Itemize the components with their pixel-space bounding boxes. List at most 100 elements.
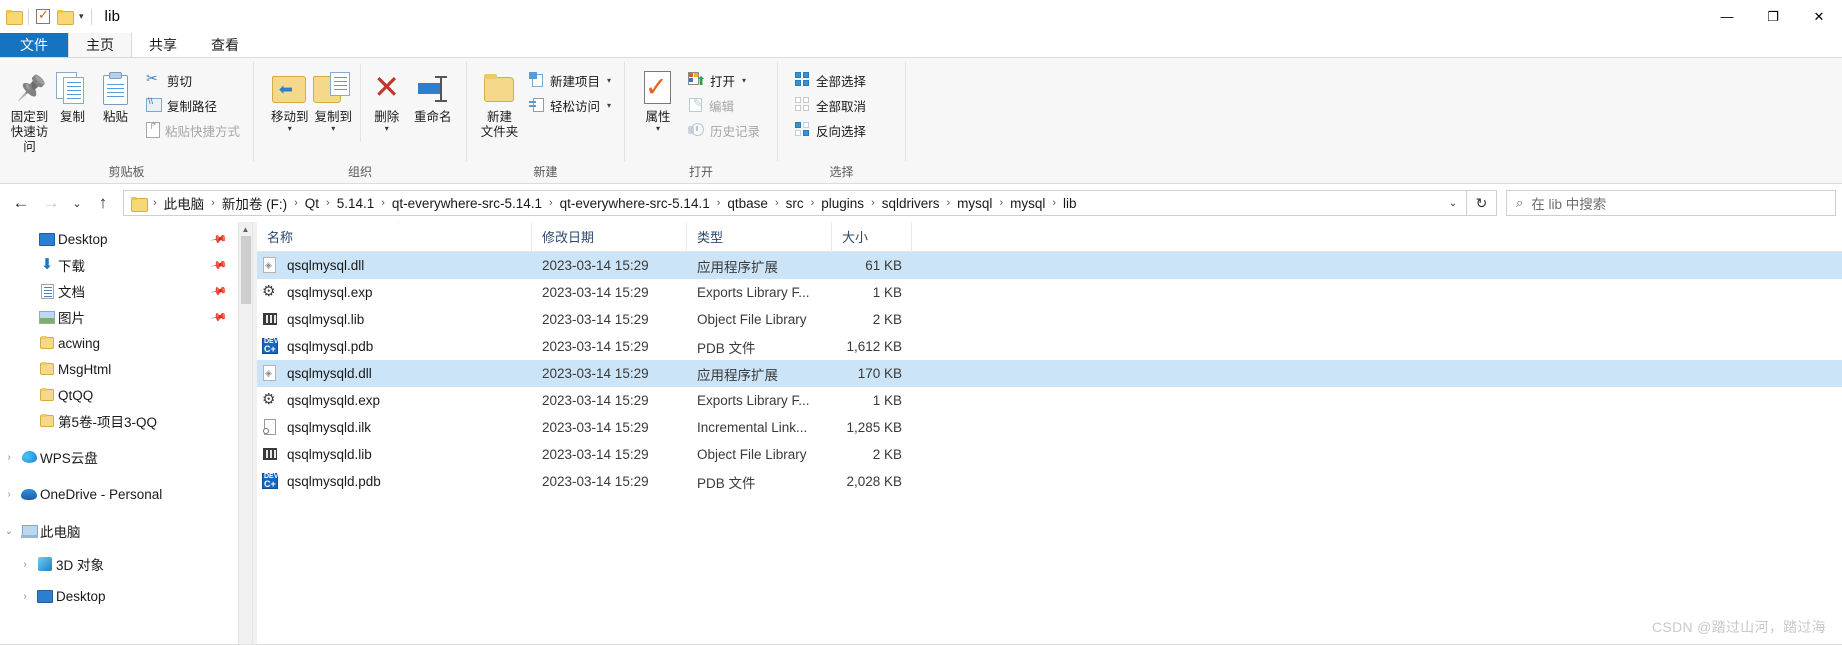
pin-icon[interactable]: 📌 bbox=[210, 308, 229, 327]
delete-button[interactable]: 删除 ▾ bbox=[366, 64, 408, 133]
select-none-button[interactable]: 全部取消 bbox=[790, 93, 871, 117]
sidebar-item-acwing[interactable]: acwing bbox=[0, 330, 252, 356]
breadcrumb-separator[interactable]: › bbox=[378, 197, 388, 209]
copy-to-button[interactable]: 复制到 ▾ bbox=[311, 64, 354, 133]
pin-icon[interactable]: 📌 bbox=[210, 282, 229, 301]
new-item-caret[interactable]: ▾ bbox=[607, 76, 611, 85]
table-row[interactable]: ◈ qsqlmysqld.dll 2023-03-14 15:29 应用程序扩展… bbox=[257, 360, 1842, 387]
refresh-button[interactable]: ↻ bbox=[1467, 190, 1497, 216]
tab-home[interactable]: 主页 bbox=[68, 32, 132, 57]
paste-shortcut-button[interactable]: 粘贴快捷方式 bbox=[141, 118, 245, 142]
table-row[interactable]: qsqlmysqld.ilk 2023-03-14 15:29 Incremen… bbox=[257, 414, 1842, 441]
breadcrumb-item-f-drive[interactable]: 新加卷 (F:) bbox=[218, 193, 291, 213]
breadcrumb-item-src[interactable]: src bbox=[782, 196, 808, 211]
sidebar-item-qtqq[interactable]: QtQQ bbox=[0, 382, 252, 408]
open-button[interactable]: ⬆ 打开 ▾ bbox=[683, 68, 765, 92]
easy-access-button[interactable]: 轻松访问 ▾ bbox=[524, 93, 616, 117]
sidebar-item-downloads[interactable]: ⬇ 下载 📌 bbox=[0, 252, 252, 278]
sidebar-item-onedrive[interactable]: › OneDrive - Personal bbox=[0, 481, 252, 507]
search-input[interactable]: 在 lib 中搜索 bbox=[1531, 193, 1606, 213]
sidebar-item-this-pc[interactable]: ⌄ 此电脑 bbox=[0, 518, 252, 544]
breadcrumb-item-qt[interactable]: Qt bbox=[301, 196, 323, 211]
pin-icon[interactable]: 📌 bbox=[210, 256, 229, 275]
open-caret[interactable]: ▾ bbox=[742, 76, 746, 85]
table-row[interactable]: qsqlmysql.lib 2023-03-14 15:29 Object Fi… bbox=[257, 306, 1842, 333]
breadcrumb-bar[interactable]: › 此电脑 › 新加卷 (F:) › Qt › 5.14.1 › qt-ever… bbox=[123, 190, 1467, 216]
minimize-button[interactable]: — bbox=[1704, 0, 1750, 33]
table-row[interactable]: DEV C+ qsqlmysql.pdb 2023-03-14 15:29 PDB… bbox=[257, 333, 1842, 360]
new-item-button[interactable]: 新建项目 ▾ bbox=[524, 68, 616, 92]
history-button[interactable]: 历史记录 bbox=[683, 118, 765, 142]
breadcrumb-item-mysql-1[interactable]: mysql bbox=[953, 196, 996, 211]
edit-button[interactable]: ✎ 编辑 bbox=[683, 93, 765, 117]
cut-button[interactable]: 剪切 bbox=[141, 68, 245, 92]
breadcrumb-separator[interactable]: › bbox=[208, 197, 218, 209]
copy-path-button[interactable]: 复制路径 bbox=[141, 93, 245, 117]
breadcrumb-separator[interactable]: › bbox=[546, 197, 556, 209]
breadcrumb-separator[interactable]: › bbox=[996, 197, 1006, 209]
breadcrumb-item-qtbase[interactable]: qtbase bbox=[723, 196, 772, 211]
pin-to-quick-access-button[interactable]: 固定到 快速访问 bbox=[8, 64, 51, 155]
chevron-down-icon[interactable]: ⌄ bbox=[1442, 198, 1464, 209]
column-header-size[interactable]: 大小 bbox=[832, 222, 912, 252]
chevron-down-icon[interactable]: ▾ bbox=[79, 12, 84, 21]
chevron-right-icon[interactable]: › bbox=[0, 452, 18, 463]
breadcrumb-separator[interactable]: › bbox=[868, 197, 878, 209]
sidebar-item-3d-objects[interactable]: › 3D 对象 bbox=[0, 551, 252, 577]
breadcrumb-item-src-outer[interactable]: qt-everywhere-src-5.14.1 bbox=[388, 196, 546, 211]
sidebar-item-desktop[interactable]: Desktop 📌 bbox=[0, 226, 252, 252]
rename-button[interactable]: 重命名 bbox=[408, 64, 458, 125]
breadcrumb-separator[interactable]: › bbox=[808, 197, 818, 209]
copy-button[interactable]: 复制 bbox=[51, 64, 94, 125]
sidebar-item-msghtml[interactable]: MsgHtml bbox=[0, 356, 252, 382]
breadcrumb-item-lib[interactable]: lib bbox=[1059, 196, 1081, 211]
sidebar-item-desktop-pc[interactable]: › Desktop bbox=[0, 583, 252, 609]
properties-icon[interactable] bbox=[36, 7, 50, 24]
sidebar-item-project-qq[interactable]: 第5卷-项目3-QQ bbox=[0, 408, 252, 434]
delete-dropdown-caret[interactable]: ▾ bbox=[385, 125, 389, 133]
forward-button[interactable]: → bbox=[36, 188, 66, 218]
table-row[interactable]: ◈ qsqlmysql.dll 2023-03-14 15:29 应用程序扩展 … bbox=[257, 252, 1842, 279]
chevron-down-icon[interactable]: ⌄ bbox=[0, 526, 18, 537]
breadcrumb-separator[interactable]: › bbox=[772, 197, 782, 209]
scroll-up-arrow[interactable]: ▲ bbox=[239, 222, 252, 236]
scroll-thumb[interactable] bbox=[241, 236, 251, 304]
search-box[interactable]: ⌕ 在 lib 中搜索 bbox=[1506, 190, 1836, 216]
sidebar-item-wps-cloud[interactable]: › WPS云盘 bbox=[0, 444, 252, 470]
tab-file[interactable]: 文件 bbox=[0, 32, 68, 57]
tab-share[interactable]: 共享 bbox=[132, 32, 194, 57]
breadcrumb-separator[interactable]: › bbox=[291, 197, 301, 209]
paste-button[interactable]: 粘贴 bbox=[94, 64, 137, 125]
breadcrumb-item-plugins[interactable]: plugins bbox=[817, 196, 868, 211]
breadcrumb-separator[interactable]: › bbox=[714, 197, 724, 209]
new-folder-icon[interactable] bbox=[57, 10, 74, 25]
breadcrumb-item-this-pc[interactable]: 此电脑 bbox=[160, 193, 209, 213]
tab-view[interactable]: 查看 bbox=[194, 32, 256, 57]
breadcrumb-separator[interactable]: › bbox=[944, 197, 954, 209]
easy-access-caret[interactable]: ▾ bbox=[607, 101, 611, 110]
table-row[interactable]: qsqlmysqld.lib 2023-03-14 15:29 Object F… bbox=[257, 441, 1842, 468]
invert-selection-button[interactable]: 反向选择 bbox=[790, 118, 871, 142]
breadcrumb-separator[interactable]: › bbox=[150, 197, 160, 209]
sidebar-item-pictures[interactable]: 图片 📌 bbox=[0, 304, 252, 330]
breadcrumb-separator[interactable]: › bbox=[323, 197, 333, 209]
up-button[interactable]: ↑ bbox=[88, 188, 118, 218]
properties-button[interactable]: ✓ 属性 ▾ bbox=[635, 64, 681, 133]
breadcrumb-item-version[interactable]: 5.14.1 bbox=[333, 196, 379, 211]
column-header-date[interactable]: 修改日期 bbox=[532, 222, 687, 252]
folder-icon[interactable] bbox=[6, 10, 23, 25]
breadcrumb-separator[interactable]: › bbox=[1049, 197, 1059, 209]
close-button[interactable]: ✕ bbox=[1796, 0, 1842, 33]
maximize-button[interactable]: ❐ bbox=[1750, 0, 1796, 33]
recent-locations-button[interactable]: ⌄ bbox=[66, 188, 88, 218]
navpane-scrollbar[interactable]: ▲ bbox=[238, 222, 252, 645]
column-header-name[interactable]: ⌃ 名称 bbox=[257, 222, 532, 252]
breadcrumb-item-src-inner[interactable]: qt-everywhere-src-5.14.1 bbox=[556, 196, 714, 211]
table-row[interactable]: ⚙ qsqlmysqld.exp 2023-03-14 15:29 Export… bbox=[257, 387, 1842, 414]
move-to-button[interactable]: ⬅ 移动到 ▾ bbox=[268, 64, 311, 133]
column-header-type[interactable]: 类型 bbox=[687, 222, 832, 252]
chevron-right-icon[interactable]: › bbox=[0, 489, 18, 500]
chevron-right-icon[interactable]: › bbox=[16, 559, 34, 570]
select-all-button[interactable]: 全部选择 bbox=[790, 68, 871, 92]
breadcrumb-item-sqldrivers[interactable]: sqldrivers bbox=[878, 196, 944, 211]
